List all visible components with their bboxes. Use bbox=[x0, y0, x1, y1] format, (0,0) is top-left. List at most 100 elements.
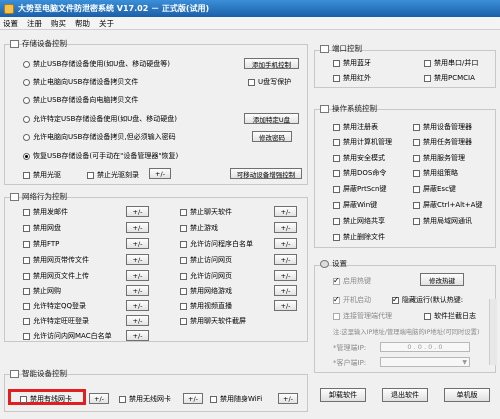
checkbox[interactable] bbox=[180, 287, 187, 295]
checkbox[interactable] bbox=[180, 272, 187, 280]
os-right-4[interactable]: 禁用组策略 bbox=[413, 168, 458, 178]
os-left-7[interactable]: 禁止网络共享 bbox=[333, 216, 385, 226]
disable-cd[interactable]: 禁用光驱 bbox=[23, 170, 61, 180]
checkbox[interactable] bbox=[333, 123, 340, 131]
removable-device-control-button[interactable]: 可移动设备增强控制 bbox=[230, 168, 302, 179]
radio-button-selected[interactable] bbox=[23, 152, 30, 160]
menu-about[interactable]: 关于 bbox=[99, 18, 114, 29]
checkbox-checked[interactable] bbox=[392, 295, 399, 304]
menu-register[interactable]: 注册 bbox=[27, 18, 42, 29]
os-right-6[interactable]: 屏蔽Ctrl+Alt+A键 bbox=[413, 200, 482, 210]
checkbox[interactable] bbox=[424, 312, 431, 320]
os-right-2[interactable]: 禁用任务管理器 bbox=[413, 137, 472, 147]
checkbox[interactable] bbox=[333, 185, 340, 193]
network-right-pm-6[interactable]: +/- bbox=[274, 285, 297, 296]
disable-portable-wifi[interactable]: 禁用随身WiFi bbox=[210, 394, 262, 404]
checkbox[interactable] bbox=[119, 395, 126, 403]
checkbox[interactable] bbox=[23, 317, 30, 325]
network-right-1[interactable]: 禁止聊天软件 bbox=[180, 207, 232, 217]
network-right-pm-3[interactable]: +/- bbox=[274, 238, 297, 249]
wireless-nic-pm-button[interactable]: +/- bbox=[183, 393, 203, 404]
network-left-pm-5[interactable]: +/- bbox=[126, 270, 149, 281]
checkbox[interactable] bbox=[180, 256, 187, 264]
network-left-7[interactable]: 允许特定QQ登录 bbox=[23, 301, 86, 311]
os-left-3[interactable]: 禁用安全模式 bbox=[333, 153, 385, 163]
admin-ip-input[interactable]: 0 . 0 . 0 . 0 bbox=[380, 342, 470, 352]
wired-nic-pm-button[interactable]: +/- bbox=[89, 393, 109, 404]
checkbox[interactable] bbox=[413, 201, 420, 209]
network-left-pm-4[interactable]: +/- bbox=[126, 254, 149, 265]
os-right-5[interactable]: 屏蔽Esc键 bbox=[413, 184, 456, 194]
checkbox[interactable] bbox=[333, 138, 340, 146]
os-left-8[interactable]: 禁止删除文件 bbox=[333, 232, 385, 242]
checkbox[interactable] bbox=[180, 224, 187, 232]
menu-settings[interactable]: 设置 bbox=[3, 18, 18, 29]
network-right-pm-1[interactable]: +/- bbox=[274, 206, 297, 217]
checkbox[interactable] bbox=[23, 240, 30, 248]
os-left-2[interactable]: 禁用计算机管理 bbox=[333, 137, 392, 147]
network-left-3[interactable]: 禁用FTP bbox=[23, 239, 59, 249]
network-right-pm-5[interactable]: +/- bbox=[274, 270, 297, 281]
network-right-6[interactable]: 禁用网络游戏 bbox=[180, 286, 232, 296]
network-right-7[interactable]: 禁用视频直播 bbox=[180, 301, 232, 311]
checkbox[interactable] bbox=[210, 395, 217, 403]
checkbox[interactable] bbox=[413, 154, 420, 162]
connect-admin-proxy[interactable]: 连接管理端代理 bbox=[333, 311, 392, 321]
network-left-1[interactable]: 禁用发邮件 bbox=[23, 207, 68, 217]
network-left-pm-6[interactable]: +/- bbox=[126, 285, 149, 296]
network-left-8[interactable]: 允许特定旺旺登录 bbox=[23, 316, 89, 326]
checkbox[interactable] bbox=[23, 256, 30, 264]
network-right-5[interactable]: 允许访问网页 bbox=[180, 271, 232, 281]
checkbox-checked[interactable] bbox=[333, 276, 340, 285]
checkbox[interactable] bbox=[333, 312, 340, 320]
disable-wired-nic[interactable]: 禁用有线网卡 bbox=[20, 394, 72, 404]
network-right-pm-2[interactable]: +/- bbox=[274, 222, 297, 233]
checkbox[interactable] bbox=[180, 240, 187, 248]
change-password-button[interactable]: 修改密码 bbox=[252, 131, 292, 142]
intercept-log[interactable]: 软件拦截日志 bbox=[424, 311, 476, 321]
checkbox[interactable] bbox=[333, 169, 340, 177]
os-right-3[interactable]: 禁用服务管理 bbox=[413, 153, 465, 163]
network-left-pm-7[interactable]: +/- bbox=[126, 300, 149, 311]
uninstall-button[interactable]: 卸载软件 bbox=[320, 388, 366, 402]
checkbox[interactable] bbox=[333, 217, 340, 225]
u-write-protect[interactable]: U盘写保护 bbox=[248, 77, 291, 87]
network-left-pm-1[interactable]: +/- bbox=[126, 206, 149, 217]
disable-pcmcia[interactable]: 禁用PCMCIA bbox=[424, 73, 475, 83]
disable-serial-parallel[interactable]: 禁用串口/并口 bbox=[424, 58, 478, 68]
menu-help[interactable]: 帮助 bbox=[75, 18, 90, 29]
checkbox-checked[interactable] bbox=[333, 295, 340, 304]
os-right-1[interactable]: 禁用设备管理器 bbox=[413, 122, 472, 132]
network-left-9[interactable]: 允许访问内网MAC白名单 bbox=[23, 331, 112, 341]
storage-option-5[interactable]: 允许电脑向USB存储设备拷贝,但必须输入密码 bbox=[23, 132, 176, 142]
storage-option-1[interactable]: 禁止USB存储设备使用(如U盘、移动硬盘等) bbox=[23, 59, 170, 69]
network-left-4[interactable]: 禁用网页带传文件 bbox=[23, 255, 89, 265]
network-left-pm-8[interactable]: +/- bbox=[126, 315, 149, 326]
checkbox[interactable] bbox=[23, 208, 30, 216]
disable-bluetooth[interactable]: 禁用蓝牙 bbox=[333, 58, 371, 68]
checkbox[interactable] bbox=[180, 302, 187, 310]
portable-wifi-pm-button[interactable]: +/- bbox=[278, 393, 298, 404]
checkbox[interactable] bbox=[424, 59, 431, 67]
os-left-4[interactable]: 禁用DOS命令 bbox=[333, 168, 386, 178]
checkbox[interactable] bbox=[413, 217, 420, 225]
network-left-pm-3[interactable]: +/- bbox=[126, 238, 149, 249]
checkbox[interactable] bbox=[413, 169, 420, 177]
network-left-pm-9[interactable]: +/- bbox=[126, 330, 149, 341]
checkbox[interactable] bbox=[87, 171, 94, 179]
network-right-pm-7[interactable]: +/- bbox=[274, 300, 297, 311]
checkbox[interactable] bbox=[413, 185, 420, 193]
add-phone-control-button[interactable]: 添加手机控制 bbox=[244, 58, 299, 69]
client-ip-select[interactable]: ▼ bbox=[380, 357, 470, 367]
enable-hotkey[interactable]: 启用热键 bbox=[333, 276, 371, 286]
menu-buy[interactable]: 购买 bbox=[51, 18, 66, 29]
storage-option-6[interactable]: 恢复USB存储设备(可手动在"设备管理器"恢复) bbox=[23, 151, 178, 161]
hidden-run[interactable]: 隐藏运行(默认热键: bbox=[392, 295, 463, 305]
checkbox[interactable] bbox=[413, 123, 420, 131]
radio-button[interactable] bbox=[23, 115, 30, 123]
checkbox[interactable] bbox=[23, 302, 30, 310]
radio-button[interactable] bbox=[23, 133, 30, 141]
disable-infrared[interactable]: 禁用红外 bbox=[333, 73, 371, 83]
checkbox[interactable] bbox=[23, 224, 30, 232]
os-left-5[interactable]: 屏蔽PrtScn键 bbox=[333, 184, 386, 194]
